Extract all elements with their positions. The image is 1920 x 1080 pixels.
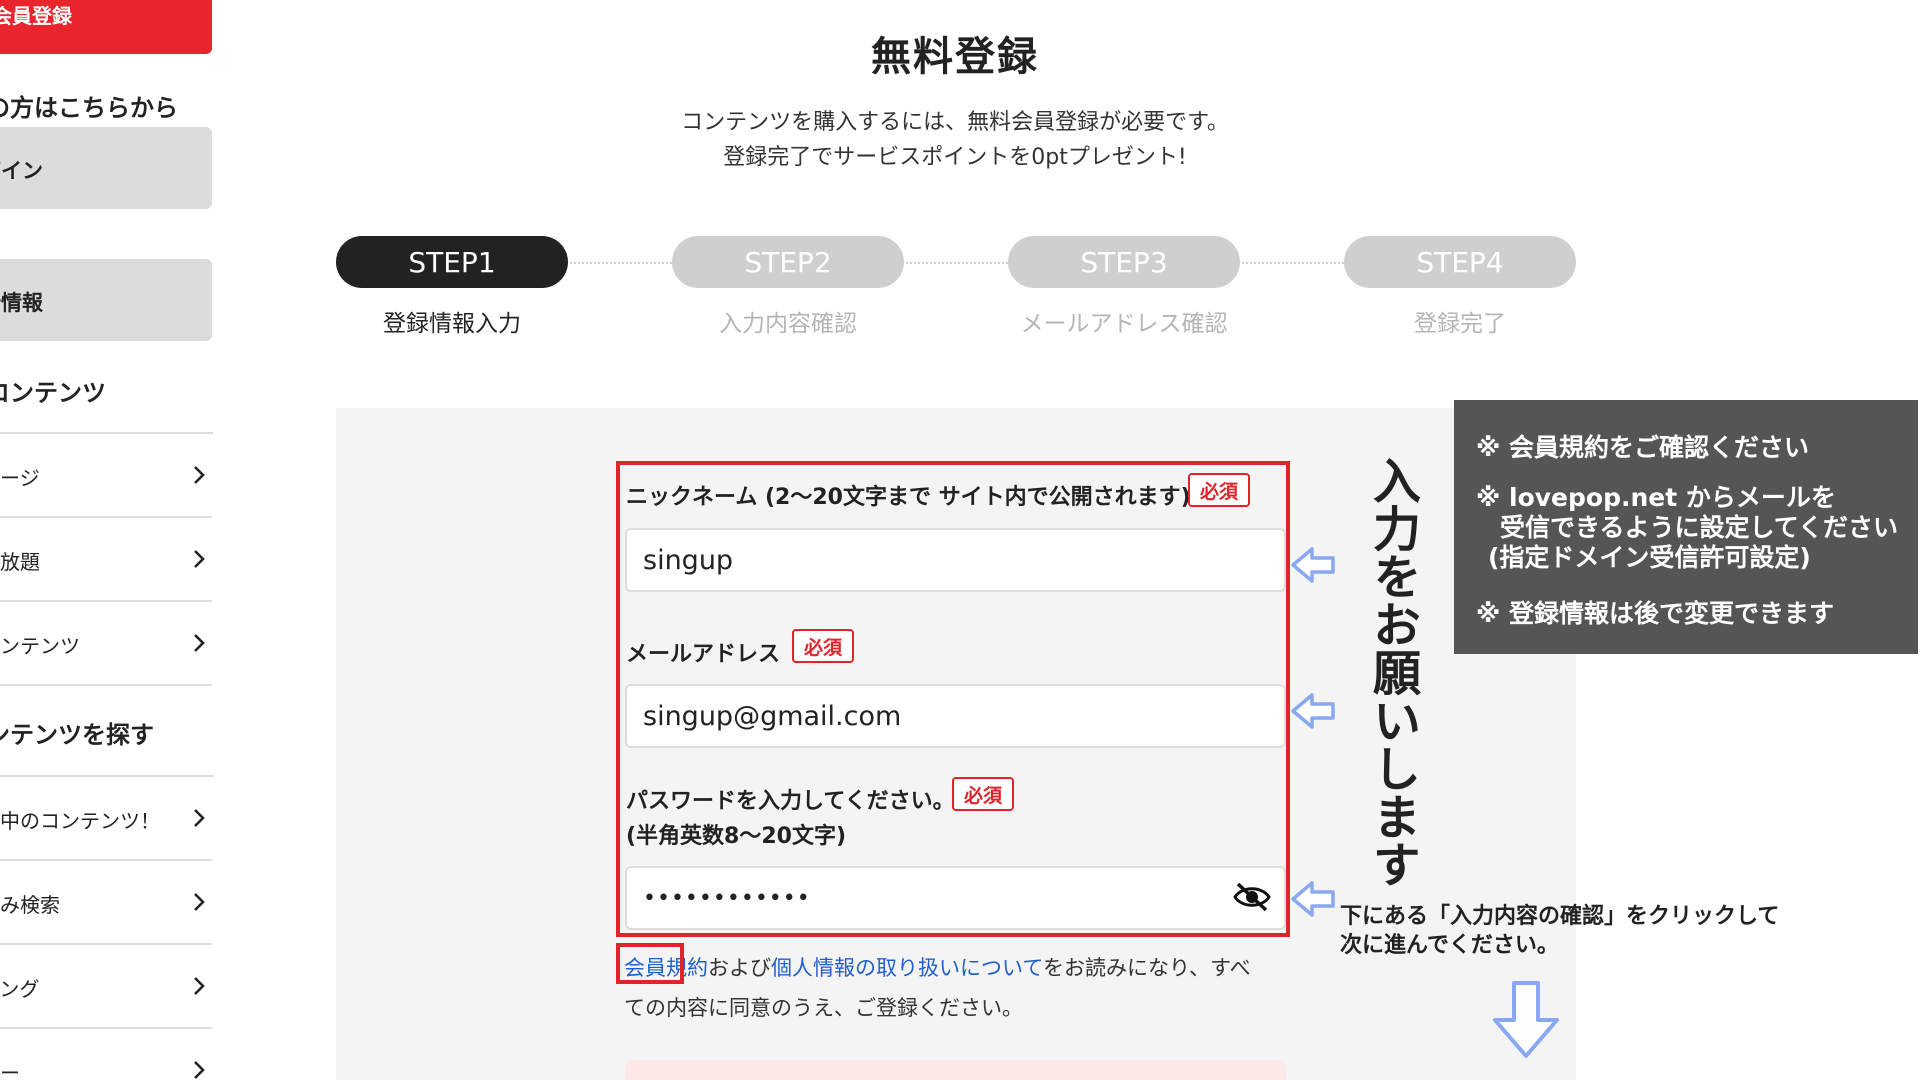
step-2-pill: STEP2 xyxy=(672,236,904,288)
guide-line: 下にある「入力内容の確認」をクリックして xyxy=(1340,904,1780,929)
form-highlight-frame xyxy=(616,461,1290,937)
step-connector xyxy=(902,262,1008,264)
confirm-button[interactable] xyxy=(625,1060,1286,1080)
notice-line: (指定ドメイン受信許可設定) xyxy=(1488,543,1811,572)
step-3-label: メールアドレス確認 xyxy=(1020,311,1228,337)
step-1-pill: STEP1 xyxy=(336,236,568,288)
news-button[interactable]: 新情報 xyxy=(0,259,212,341)
step-1-label: 登録情報入力 xyxy=(383,311,521,337)
sidebar-item-sale[interactable]: ル中のコンテンツ！ xyxy=(0,777,212,861)
step-4-label: 登録完了 xyxy=(1414,311,1506,337)
privacy-link[interactable]: 個人情報の取り扱いについて xyxy=(771,956,1043,980)
sidebar-item-label: 込み検索 xyxy=(0,893,60,917)
page-title: 無料登録 xyxy=(871,34,1039,80)
sidebar-item-label: キング xyxy=(0,977,40,1001)
terms-mid: および xyxy=(708,956,771,980)
chevron-right-icon xyxy=(194,634,205,652)
chevron-right-icon xyxy=(194,977,205,995)
guide-line: 次に進んでください。 xyxy=(1340,933,1559,958)
guide-text: 下にある「入力内容の確認」をクリックして 次に進んでください。 xyxy=(1340,902,1779,960)
sidebar-item-label: ル中のコンテンツ！ xyxy=(0,809,160,833)
sidebar-item-contents[interactable]: コンテンツ xyxy=(0,602,212,686)
step-4-pill: STEP4 xyxy=(1344,236,1576,288)
notice-line: ※ 会員規約をご確認ください xyxy=(1476,433,1810,462)
intro-text-line2: 登録完了でサービスポイントを0ptプレゼント! xyxy=(723,145,1187,170)
arrow-left-outline-icon xyxy=(1291,881,1335,917)
terms-highlight-frame xyxy=(616,943,684,984)
sidebar-item-label: ュー xyxy=(0,1061,20,1080)
sidebar-item-ranking[interactable]: キング xyxy=(0,945,212,1029)
arrow-down-outline-icon xyxy=(1493,981,1559,1058)
input-request-vertical-text: 入力をお願いします xyxy=(1364,456,1420,888)
sidebar-item-label: コンテンツ xyxy=(0,634,80,658)
news-button-label: 新情報 xyxy=(0,291,43,315)
sidebar-item-page[interactable]: ページ xyxy=(0,434,212,518)
notice-line: ※ 登録情報は後で変更できます xyxy=(1476,599,1835,628)
search-heading: ンテンツを探す xyxy=(0,721,154,749)
chevron-right-icon xyxy=(194,550,205,568)
sidebar-item-filter-search[interactable]: 込み検索 xyxy=(0,861,212,945)
chevron-right-icon xyxy=(194,466,205,484)
step-2-label: 入力内容確認 xyxy=(719,311,857,337)
step-connector xyxy=(1238,262,1344,264)
chevron-right-icon xyxy=(194,1061,205,1079)
contents-heading: コンテンツ xyxy=(0,379,106,407)
terms-line2: ての内容に同意のうえ、ご登録ください。 xyxy=(624,996,1023,1020)
sidebar-item-label: 見放題 xyxy=(0,550,40,574)
notice-box: ※ 会員規約をご確認ください ※ lovepop.net からメールを 受信でき… xyxy=(1454,400,1918,654)
chevron-right-icon xyxy=(194,809,205,827)
arrow-left-outline-icon xyxy=(1291,693,1335,729)
step-3-pill: STEP3 xyxy=(1008,236,1240,288)
terms-after: をお読みになり、すべ xyxy=(1042,956,1251,980)
sidebar-item-unlimited[interactable]: 見放題 xyxy=(0,518,212,602)
step-connector xyxy=(566,262,672,264)
arrow-left-outline-icon xyxy=(1291,547,1335,583)
terms-text: 会員規約および個人情報の取り扱いについてをお読みになり、すべ ての内容に同意のうえ… xyxy=(624,948,1294,1028)
intro-text-line1: コンテンツを購入するには、無料会員登録が必要です。 xyxy=(681,110,1229,135)
chevron-right-icon xyxy=(194,893,205,911)
sidebar-item-review[interactable]: ュー xyxy=(0,1029,212,1080)
sidebar-item-label: ページ xyxy=(0,466,40,490)
